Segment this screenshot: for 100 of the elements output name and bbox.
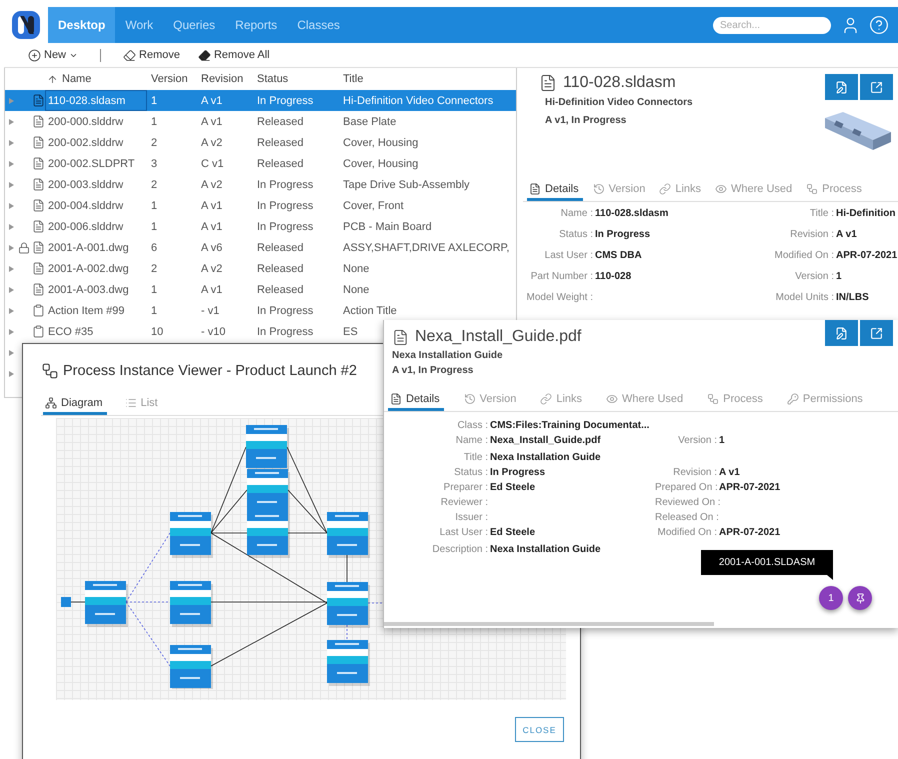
- table-cell-text: In Progress: [256, 220, 314, 232]
- document-icon: [390, 393, 402, 405]
- expand-icon[interactable]: [8, 328, 14, 334]
- field-label: Reviewed On :: [655, 497, 719, 508]
- column-header[interactable]: Name: [45, 73, 147, 85]
- expand-icon[interactable]: [8, 202, 14, 208]
- field-value: CMS:Files:Training Documentat...: [490, 420, 650, 431]
- expand-icon[interactable]: [8, 224, 14, 230]
- history-icon: [592, 183, 605, 195]
- field-label: Released On :: [655, 512, 719, 523]
- expand-icon[interactable]: [8, 118, 14, 124]
- toolbar-button[interactable]: Remove: [119, 48, 184, 62]
- field-value: Nexa_Install_Guide.pdf: [490, 435, 602, 446]
- table-row[interactable]: 200-002.slddrw 2 A v2 Released Cover, Housing: [5, 132, 516, 153]
- pin-icon: [854, 592, 866, 604]
- field-label: Part Number :: [530, 271, 594, 282]
- table-row[interactable]: 200-000.slddrw 1 A v1 Released Base Plate: [5, 111, 516, 132]
- field-value: 1: [719, 435, 726, 446]
- field-value: 1: [836, 271, 843, 282]
- field-label: Modified On :: [656, 527, 718, 538]
- table-row[interactable]: 200-002.SLDPRT 3 C v1 Released Cover, Housing: [5, 153, 516, 174]
- field-label: Prepared On :: [655, 482, 719, 493]
- field-label: Version :: [677, 435, 718, 446]
- field-label: Reviewer :: [440, 497, 489, 508]
- expand-icon[interactable]: [8, 308, 14, 314]
- expand-icon[interactable]: [8, 286, 14, 292]
- pin-button[interactable]: [848, 586, 872, 610]
- open-external-button[interactable]: [860, 320, 893, 346]
- document-icon: [32, 115, 44, 128]
- field-value: Nexa Installation Guide: [490, 452, 602, 463]
- document-icon: [539, 74, 557, 92]
- expand-icon[interactable]: [8, 370, 14, 376]
- field-value: APR-07-2021: [719, 527, 782, 538]
- column-header[interactable]: Revision: [197, 73, 253, 85]
- document-icon: [529, 183, 541, 195]
- history-icon: [464, 393, 476, 405]
- field-value: A v1: [719, 467, 741, 478]
- help-icon[interactable]: [869, 15, 889, 35]
- table-cell: 110-028.sldasm: [45, 90, 147, 111]
- field-label: Status :: [453, 467, 489, 478]
- tab[interactable]: Details: [388, 390, 444, 411]
- expand-icon[interactable]: [8, 140, 14, 146]
- count-badge[interactable]: 1: [819, 586, 843, 610]
- toolbar-button[interactable]: New: [24, 48, 82, 62]
- document-icon: [32, 178, 44, 191]
- table-cell-text: ASSY,SHAFT,DRIVE AXLECORP,: [342, 242, 510, 254]
- edit-button[interactable]: [825, 74, 858, 100]
- table-cell-text: None: [342, 262, 370, 274]
- table-cell-text: 3: [150, 158, 158, 170]
- table-cell-text: 1: [150, 116, 158, 128]
- table-row[interactable]: 200-006.slddrw 1 A v1 In Progress PCB - Main Board: [5, 216, 516, 237]
- expand-icon[interactable]: [8, 350, 14, 356]
- document-icon: [32, 241, 44, 254]
- table-row[interactable]: 2001-A-001.dwg 6 A v6 Released ASSY,SHAFT,DRIVE AXLECORP,: [5, 237, 516, 258]
- link-icon: [540, 393, 552, 405]
- field-label: Model Weight :: [525, 292, 594, 303]
- table-cell-text: A v6: [200, 242, 222, 254]
- table-cell-text: 200-004.slddrw: [47, 198, 124, 214]
- column-header[interactable]: Status: [253, 73, 339, 85]
- document-icon: [32, 220, 44, 233]
- table-cell-text: A v2: [200, 262, 222, 274]
- edit-button[interactable]: [825, 320, 858, 346]
- table-cell-text: Cover, Housing: [342, 136, 418, 148]
- eraser-icon: [123, 48, 136, 62]
- table-row[interactable]: 200-004.slddrw 1 A v1 In Progress Cover, Front: [5, 195, 516, 216]
- close-button[interactable]: CLOSE: [515, 717, 564, 742]
- table-cell-text: 2: [150, 262, 158, 274]
- expand-icon[interactable]: [8, 182, 14, 188]
- field-label: Name :: [560, 208, 594, 219]
- table-row[interactable]: 110-028.sldasm 1 A v1 In Progress Hi-Definition Video Connectors: [5, 90, 516, 111]
- table-cell-text: 2: [150, 136, 158, 148]
- table-row[interactable]: 200-003.slddrw 2 A v2 In Progress Tape Drive Sub-Assembly: [5, 174, 516, 195]
- hierarchy-icon: [45, 397, 57, 409]
- field-label: Class :: [456, 420, 489, 431]
- column-header[interactable]: Version: [147, 73, 197, 85]
- column-header[interactable]: Title: [339, 73, 516, 85]
- table-row[interactable]: Action Item #99 1 - v1 In Progress Action Title: [5, 300, 516, 321]
- file-state: A v1, In Progress: [544, 115, 628, 126]
- table-row[interactable]: 2001-A-002.dwg 2 A v2 Released None: [5, 258, 516, 279]
- file-name: Nexa_Install_Guide.pdf: [415, 328, 582, 346]
- edit-icon: [835, 326, 848, 340]
- table-cell-text: Action Item #99: [47, 304, 126, 318]
- toolbar-button[interactable]: Remove All: [194, 48, 274, 62]
- search-field[interactable]: Search...: [713, 16, 831, 34]
- expand-icon[interactable]: [8, 266, 14, 272]
- field-value: APR-07-2021: [836, 250, 898, 261]
- table-cell-text: 2001-A-001.dwg: [47, 240, 130, 256]
- table-cell-text: - v1: [200, 304, 220, 316]
- expand-icon[interactable]: [8, 160, 14, 166]
- field-value: Nexa Installation Guide: [490, 544, 602, 555]
- tab[interactable]: Details: [527, 180, 583, 201]
- table-cell-text: Released: [256, 158, 304, 170]
- open-external-button[interactable]: [860, 74, 893, 100]
- tab[interactable]: Diagram: [43, 394, 107, 415]
- table-row[interactable]: 2001-A-003.dwg 1 A v1 Released None: [5, 279, 516, 300]
- table-cell-text: 200-006.slddrw: [47, 220, 124, 234]
- table-cell-text: 200-002.slddrw: [47, 136, 124, 150]
- table-cell-text: In Progress: [256, 94, 314, 106]
- table-cell-text: 200-002.SLDPRT: [47, 156, 136, 172]
- expand-icon[interactable]: [8, 244, 14, 250]
